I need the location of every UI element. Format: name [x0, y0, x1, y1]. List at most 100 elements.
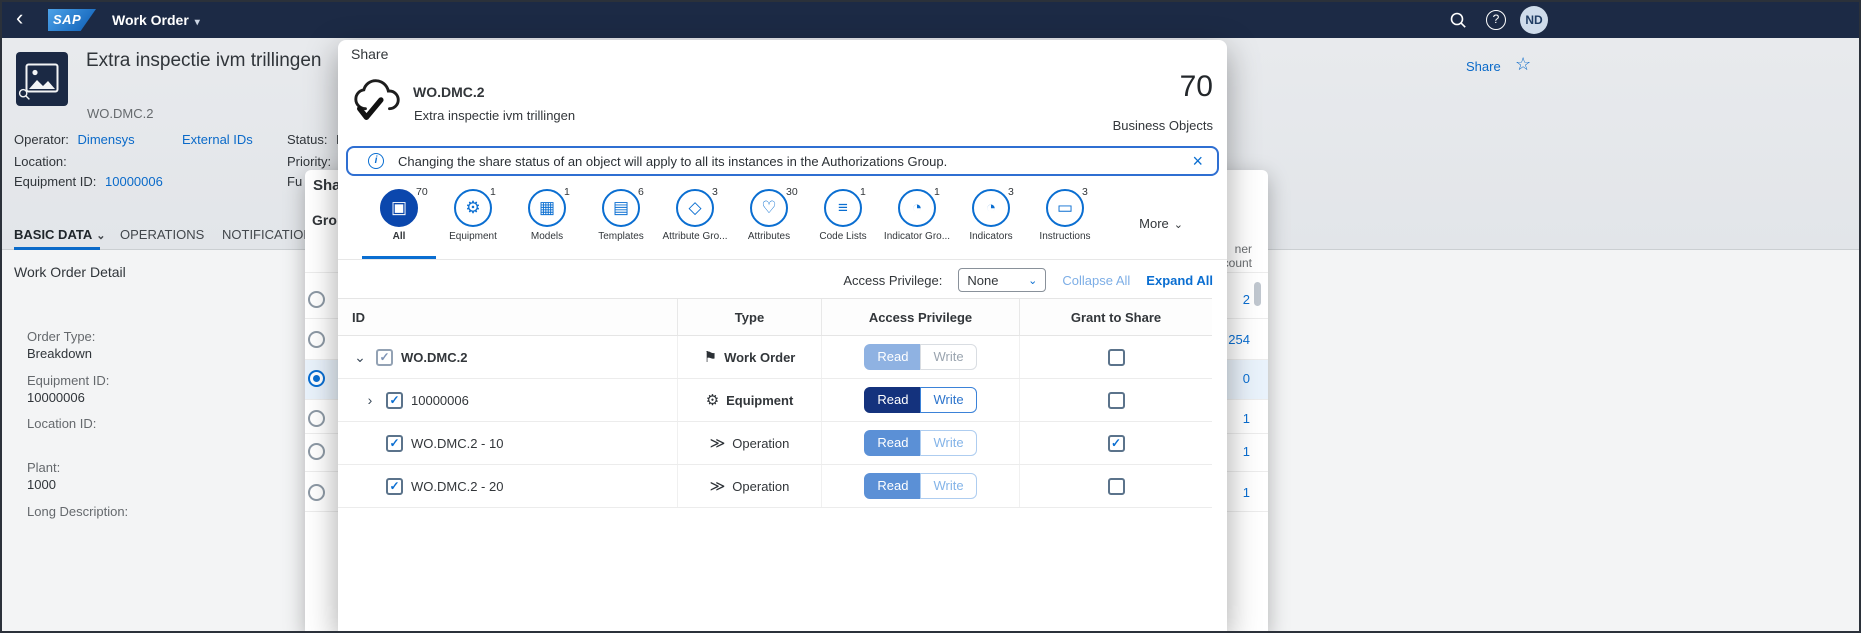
read-button[interactable]: Read [864, 344, 922, 370]
grant-cell: ✓ [1020, 379, 1212, 421]
read-button[interactable]: Read [864, 473, 922, 499]
type-cell: ⚑ Work Order [678, 336, 822, 378]
expand-all-link[interactable]: Expand All [1146, 273, 1213, 288]
tab-label: Templates [598, 231, 644, 242]
write-button[interactable]: Write [920, 387, 977, 413]
app-window: ‹ SAP Work Order ▾ ? ND Extra inspectie i… [0, 0, 1861, 633]
business-objects-count: 70 [1179, 70, 1213, 103]
share-filter-tab-equipment[interactable]: 1 ⚙ Equipment [436, 184, 510, 242]
selected-tab-underline [362, 256, 436, 259]
more-button[interactable]: More ⌄ [1139, 216, 1183, 231]
radio-button[interactable] [308, 410, 325, 427]
indicators-icon: ◔ [972, 189, 1010, 227]
radio-button[interactable] [308, 331, 325, 348]
operation-icon: ≫ [709, 435, 726, 452]
background-dialog-title: Sha [313, 177, 341, 194]
code-lists-icon: ≡ [824, 189, 862, 227]
access-privilege-cell: Read Write [822, 465, 1020, 507]
user-avatar[interactable]: ND [1520, 6, 1548, 34]
share-filter-tab-indicators[interactable]: 3 ◔ Indicators [954, 184, 1028, 242]
instance-count-link[interactable]: 0 [1243, 371, 1250, 386]
table-header: ID Type Access Privilege Grant to Share [338, 298, 1212, 336]
app-title-menu[interactable]: Work Order ▾ [112, 12, 200, 28]
help-button[interactable]: ? [1486, 10, 1506, 30]
tab-label: Indicators [969, 231, 1013, 242]
attribute-groups-icon: ◇ [676, 189, 714, 227]
row-checkbox[interactable]: ✓ [376, 348, 393, 366]
share-filter-tab-attributes[interactable]: 30 ♡ Attributes [732, 184, 806, 242]
scrollbar-thumb[interactable] [1254, 282, 1261, 306]
object-description: Extra inspectie ivm trillingen [414, 108, 576, 123]
row-checkbox[interactable]: ✓ [386, 434, 403, 452]
write-button[interactable]: Write [920, 344, 977, 370]
dialog-title: Share [351, 46, 389, 62]
collapse-all-link[interactable]: Collapse All [1062, 273, 1130, 288]
share-filter-tab-attribute-groups[interactable]: 3 ◇ Attribute Gro... [658, 184, 732, 242]
object-name: WO.DMC.2 [413, 84, 485, 100]
info-banner: i Changing the share status of an object… [346, 146, 1219, 176]
close-icon[interactable]: × [1192, 152, 1203, 170]
write-button[interactable]: Write [920, 430, 977, 456]
count-column-header: ner [1234, 242, 1252, 256]
sap-logo-text: SAP [53, 12, 82, 27]
count-column-header: count [1222, 256, 1252, 270]
instance-count-link[interactable]: 1 [1243, 444, 1250, 459]
tab-count: 1 [490, 186, 496, 198]
share-filter-tab-templates[interactable]: 6 ▤ Templates [584, 184, 658, 242]
templates-icon: ▤ [602, 189, 640, 227]
id-cell: ⌄ ✓ WO.DMC.2 [338, 336, 678, 378]
id-cell: ✓ WO.DMC.2 - 20 [338, 465, 678, 507]
share-filter-tab-indicator-groups[interactable]: 1 ◔ Indicator Gro... [880, 184, 954, 242]
table-row: ✓ WO.DMC.2 - 20 ≫ Operation Read Write ✓ [338, 465, 1212, 508]
tab-count: 1 [564, 186, 570, 198]
all-objects-icon: ▣ [380, 189, 418, 227]
share-dialog: Share WO.DMC.2 Extra inspectie ivm trill… [338, 40, 1227, 631]
access-privilege-value: None [967, 272, 999, 288]
radio-button[interactable] [308, 443, 325, 460]
tab-count: 30 [786, 186, 798, 198]
instance-count-link[interactable]: 254 [1228, 332, 1250, 347]
table-toolbar: Access Privilege: None ⌄ Collapse All Ex… [338, 266, 1227, 294]
grant-checkbox[interactable]: ✓ [1107, 348, 1125, 366]
type-cell: ≫ Operation [678, 422, 822, 464]
table-row: ✓ WO.DMC.2 - 10 ≫ Operation Read Write ✓ [338, 422, 1212, 465]
access-privilege-cell: Read Write [822, 336, 1020, 378]
grant-cell: ✓ [1020, 465, 1212, 507]
table-row: ⌄ ✓ WO.DMC.2 ⚑ Work Order Read Write ✓ [338, 336, 1212, 379]
cloud-check-icon [351, 72, 405, 129]
chevron-down-icon[interactable]: ⌄ [352, 349, 368, 366]
chevron-right-icon[interactable]: › [362, 392, 378, 408]
radio-button[interactable] [308, 291, 325, 308]
write-button[interactable]: Write [920, 473, 977, 499]
row-checkbox[interactable]: ✓ [386, 477, 403, 495]
instance-count-link[interactable]: 1 [1243, 411, 1250, 426]
access-privilege-cell: Read Write [822, 422, 1020, 464]
share-filter-tab-models[interactable]: 1 ▦ Models [510, 184, 584, 242]
chevron-down-icon: ⌄ [1028, 274, 1038, 287]
share-filter-tab-all[interactable]: 70 ▣ All [362, 184, 436, 242]
share-filter-tab-instructions[interactable]: 3 ▭ Instructions [1028, 184, 1102, 242]
type-cell: ⚙ Equipment [678, 379, 822, 421]
instance-count-link[interactable]: 2 [1243, 292, 1250, 307]
access-privilege-select[interactable]: None ⌄ [958, 268, 1047, 292]
tab-count: 6 [638, 186, 644, 198]
share-filter-tab-code-lists[interactable]: 1 ≡ Code Lists [806, 184, 880, 242]
instance-count-link[interactable]: 1 [1243, 485, 1250, 500]
read-button[interactable]: Read [864, 430, 922, 456]
radio-button[interactable] [308, 484, 325, 501]
tab-count: 3 [1082, 186, 1088, 198]
info-banner-text: Changing the share status of an object w… [398, 153, 948, 169]
sap-logo[interactable]: SAP [48, 9, 96, 31]
read-button[interactable]: Read [864, 387, 922, 413]
grant-checkbox[interactable]: ✓ [1107, 477, 1125, 495]
attributes-icon: ♡ [750, 189, 788, 227]
info-icon: i [368, 153, 384, 169]
row-checkbox[interactable]: ✓ [386, 391, 403, 409]
back-button[interactable]: ‹ [16, 5, 23, 31]
grant-checkbox[interactable]: ✓ [1107, 391, 1125, 409]
grant-checkbox[interactable]: ✓ [1107, 434, 1125, 452]
app-title-text: Work Order [112, 12, 189, 28]
instructions-icon: ▭ [1046, 189, 1084, 227]
search-button[interactable] [1449, 11, 1467, 32]
radio-button-selected[interactable] [308, 370, 325, 387]
